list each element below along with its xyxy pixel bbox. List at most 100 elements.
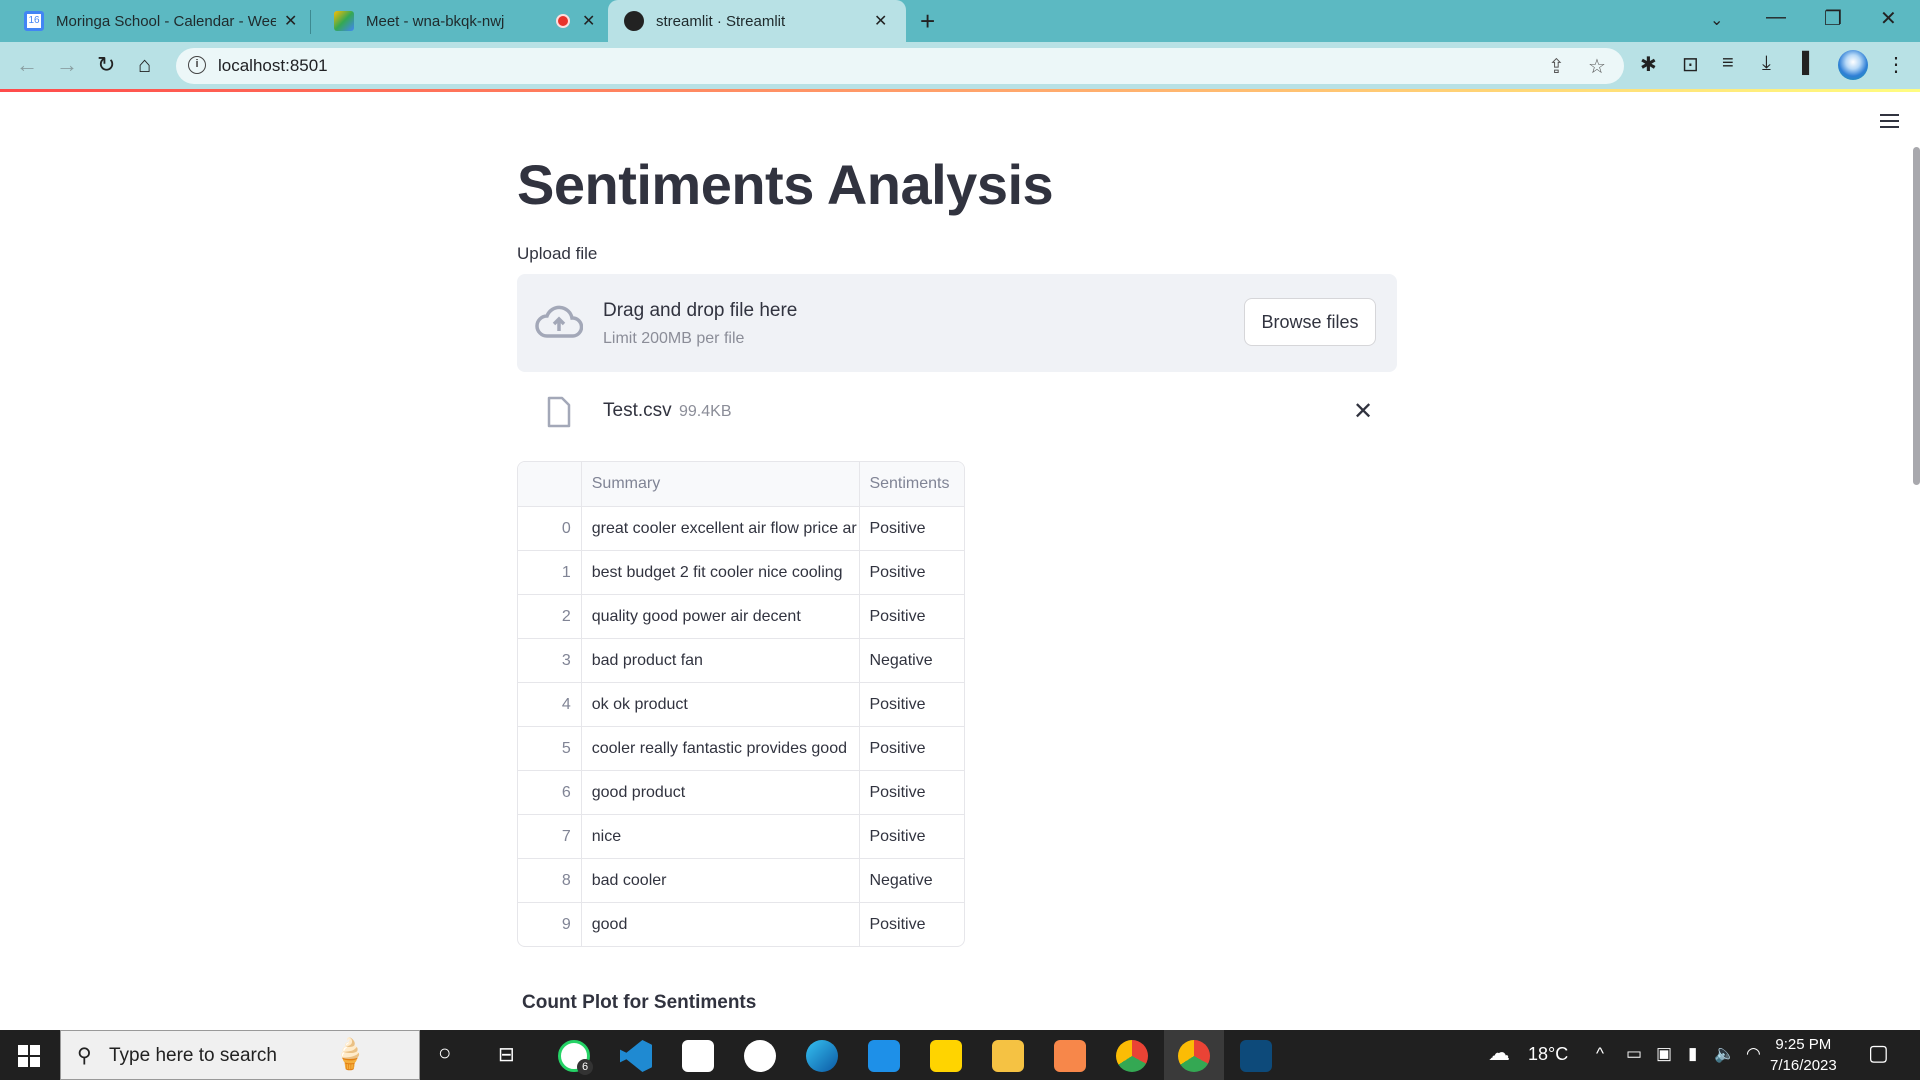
summary-cell[interactable]: cooler really fantastic provides good <box>582 727 861 770</box>
file-explorer-icon[interactable] <box>992 1040 1024 1072</box>
notification-center-icon[interactable]: ▢ <box>1868 1040 1889 1066</box>
table-row[interactable]: 3bad product fanNegative <box>518 638 964 682</box>
table-row[interactable]: 7nicePositive <box>518 814 964 858</box>
table-row[interactable]: 1best budget 2 fit cooler nice coolingPo… <box>518 550 964 594</box>
summary-cell[interactable]: bad cooler <box>582 859 861 902</box>
streamlit-icon <box>624 11 644 31</box>
file-dropzone[interactable]: Drag and drop file here Limit 200MB per … <box>517 274 1397 372</box>
table-row[interactable]: 8bad coolerNegative <box>518 858 964 902</box>
table-row[interactable]: 2quality good power air decentPositive <box>518 594 964 638</box>
tab-close-icon[interactable]: ✕ <box>874 11 887 31</box>
cast-icon[interactable]: ⊡ <box>1682 52 1699 77</box>
tab-meet[interactable]: Meet - wna-bkqk-nwj ✕ <box>310 0 608 42</box>
whatsapp-icon[interactable]: 6 <box>558 1040 590 1072</box>
summary-cell[interactable]: best budget 2 fit cooler nice cooling <box>582 551 861 594</box>
app-orange-icon[interactable] <box>1054 1040 1086 1072</box>
summary-cell[interactable]: nice <box>582 815 861 858</box>
summary-cell[interactable]: quality good power air decent <box>582 595 861 638</box>
show-hidden-icons[interactable]: ^ <box>1596 1044 1604 1064</box>
table-header: Summary Sentiments <box>518 462 964 506</box>
tab-close-icon[interactable]: ✕ <box>582 11 595 31</box>
restore-icon[interactable]: ❐ <box>1824 6 1842 31</box>
browser-menu-icon[interactable]: ⋮ <box>1886 52 1906 77</box>
wifi-icon[interactable]: ◠ <box>1746 1044 1761 1064</box>
taskbar-search-box[interactable]: ⚲ Type here to search 🍦 <box>60 1030 420 1080</box>
sentiment-cell[interactable]: Positive <box>860 727 964 770</box>
chrome-active-icon[interactable] <box>1178 1040 1210 1072</box>
windows-start-icon[interactable] <box>18 1045 40 1067</box>
windows-taskbar: ⚲ Type here to search 🍦 ○ ⊟ 6 ☁ 18°C ^ ▭… <box>0 1030 1920 1080</box>
url-text[interactable]: localhost:8501 <box>218 56 328 76</box>
microphone-icon[interactable]: ▮ <box>1688 1044 1697 1064</box>
back-icon[interactable]: ← <box>16 52 38 78</box>
hamburger-menu-icon[interactable] <box>1880 114 1899 128</box>
mail-icon[interactable] <box>868 1040 900 1072</box>
weather-icon[interactable]: ☁ <box>1488 1040 1510 1066</box>
dataframe[interactable]: Summary Sentiments 0great cooler excelle… <box>517 461 965 947</box>
summary-cell[interactable]: bad product fan <box>582 639 861 682</box>
bookmark-star-icon[interactable]: ☆ <box>1588 54 1606 79</box>
weather-temp[interactable]: 18°C <box>1528 1044 1568 1065</box>
row-index: 9 <box>518 903 582 946</box>
new-tab-button[interactable]: + <box>920 6 935 37</box>
summary-cell[interactable]: great cooler excellent air flow price ar <box>582 507 861 550</box>
tab-close-icon[interactable]: ✕ <box>284 11 297 31</box>
extensions-icon[interactable]: ✱ <box>1640 52 1657 77</box>
profile-avatar[interactable] <box>1838 50 1868 80</box>
sentiment-cell[interactable]: Positive <box>860 595 964 638</box>
volume-icon[interactable]: 🔈 <box>1714 1044 1735 1064</box>
summary-cell[interactable]: good product <box>582 771 861 814</box>
forward-icon[interactable]: → <box>56 52 78 78</box>
table-row[interactable]: 4ok ok productPositive <box>518 682 964 726</box>
tab-streamlit[interactable]: streamlit · Streamlit ✕ <box>608 0 906 42</box>
file-icon <box>547 396 571 428</box>
tab-search-icon[interactable]: ⌄ <box>1710 10 1723 30</box>
vscode-icon[interactable] <box>620 1040 652 1072</box>
sentiment-cell[interactable]: Positive <box>860 815 964 858</box>
tab-calendar[interactable]: 16 Moringa School - Calendar - Wee ✕ <box>0 0 308 42</box>
sentiment-cell[interactable]: Negative <box>860 639 964 682</box>
table-row[interactable]: 6good productPositive <box>518 770 964 814</box>
media-control-icon[interactable]: ≡ <box>1722 52 1734 75</box>
sentiment-cell[interactable]: Positive <box>860 683 964 726</box>
row-index: 6 <box>518 771 582 814</box>
table-row[interactable]: 9goodPositive <box>518 902 964 946</box>
camera-icon[interactable]: ▣ <box>1656 1044 1672 1064</box>
window-close-icon[interactable]: ✕ <box>1880 6 1897 31</box>
task-view-icon[interactable]: ⊟ <box>498 1042 515 1067</box>
uploader-label: Upload file <box>517 244 597 264</box>
column-header-summary[interactable]: Summary <box>582 462 861 506</box>
share-icon[interactable]: ⇪ <box>1548 54 1565 79</box>
table-row[interactable]: 5cooler really fantastic provides goodPo… <box>518 726 964 770</box>
sentiment-cell[interactable]: Positive <box>860 903 964 946</box>
search-placeholder: Type here to search <box>109 1045 277 1067</box>
table-row[interactable]: 0great cooler excellent air flow price a… <box>518 506 964 550</box>
edge-icon[interactable] <box>806 1040 838 1072</box>
sentiment-cell[interactable]: Positive <box>860 771 964 814</box>
chrome-profile-icon[interactable] <box>1116 1040 1148 1072</box>
slack-icon[interactable] <box>744 1040 776 1072</box>
column-header-sentiments[interactable]: Sentiments <box>860 462 964 506</box>
side-panel-icon[interactable]: ▌ <box>1802 52 1816 75</box>
sticky-notes-icon[interactable] <box>930 1040 962 1072</box>
remove-file-icon[interactable]: ✕ <box>1353 397 1373 426</box>
cortana-icon[interactable]: ○ <box>438 1040 451 1066</box>
browse-files-button[interactable]: Browse files <box>1244 298 1376 346</box>
taskbar-clock[interactable]: 9:25 PM 7/16/2023 <box>1770 1034 1837 1076</box>
summary-cell[interactable]: ok ok product <box>582 683 861 726</box>
sentiment-cell[interactable]: Negative <box>860 859 964 902</box>
page-scrollbar[interactable] <box>1913 147 1920 485</box>
home-icon[interactable]: ⌂ <box>138 52 151 78</box>
sentiment-cell[interactable]: Positive <box>860 551 964 594</box>
uploaded-file-name: Test.csv <box>603 400 672 422</box>
remote-desktop-icon[interactable] <box>1240 1040 1272 1072</box>
sentiment-cell[interactable]: Positive <box>860 507 964 550</box>
reload-icon[interactable]: ↻ <box>97 52 115 78</box>
minimize-icon[interactable]: — <box>1766 6 1786 29</box>
microsoft-store-icon[interactable] <box>682 1040 714 1072</box>
download-icon[interactable]: ⤓ <box>1762 52 1771 75</box>
battery-icon[interactable]: ▭ <box>1626 1044 1642 1064</box>
address-bar[interactable]: i localhost:8501 ⇪ ☆ <box>176 48 1624 84</box>
summary-cell[interactable]: good <box>582 903 861 946</box>
site-info-icon[interactable]: i <box>188 56 206 74</box>
